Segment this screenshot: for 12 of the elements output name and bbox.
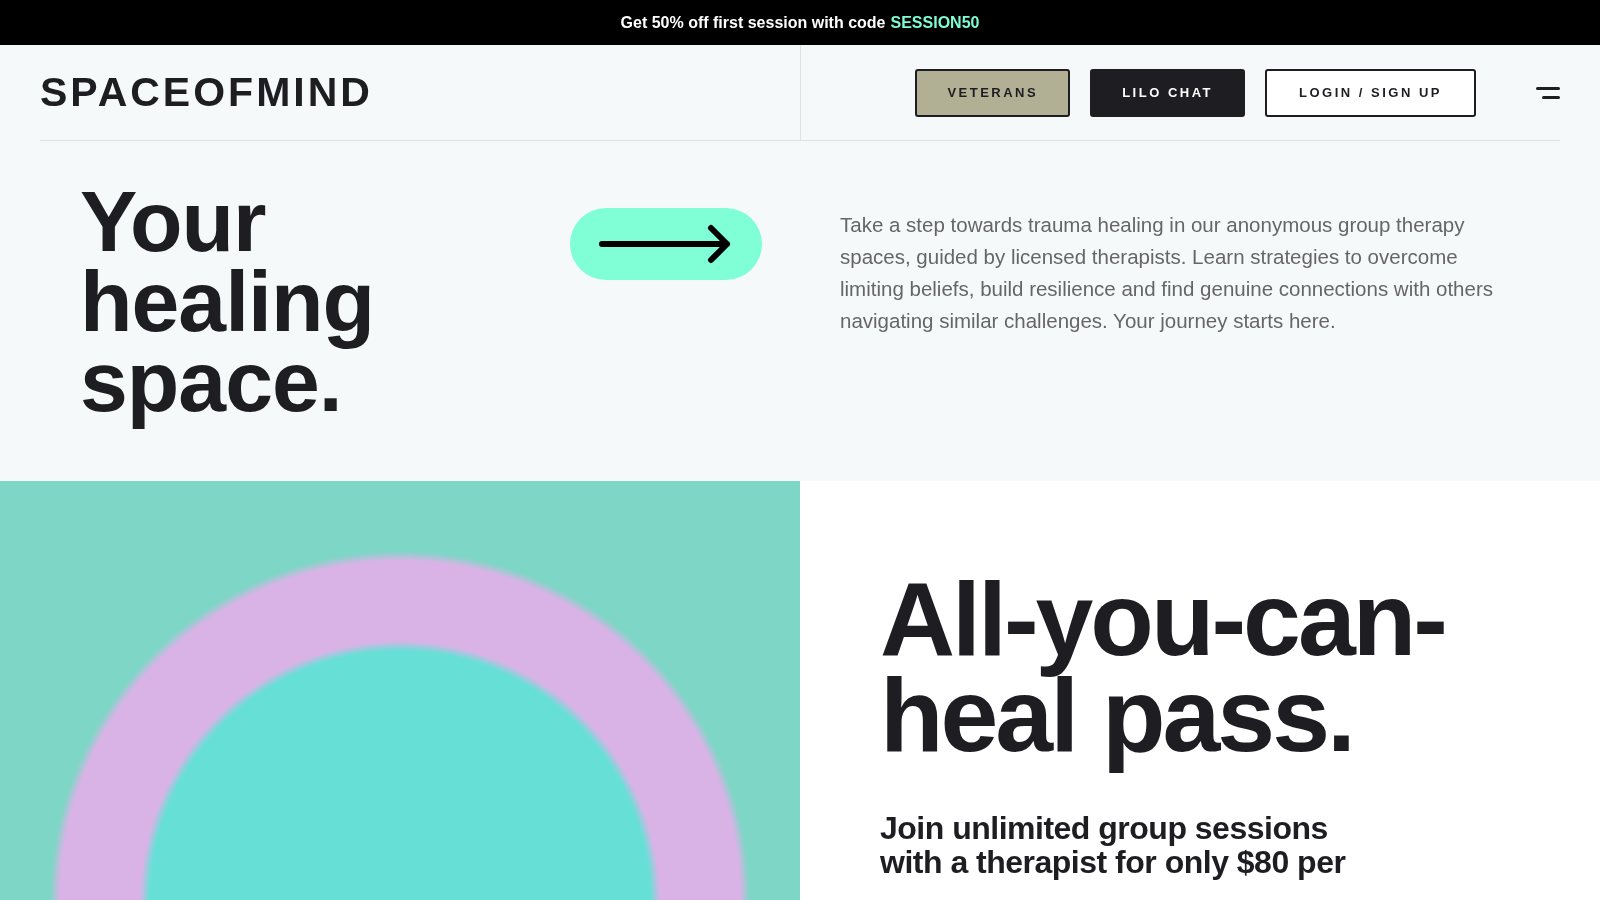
arrow-right-icon	[599, 224, 733, 264]
login-button[interactable]: LOGIN / SIGN UP	[1265, 68, 1476, 117]
hero-description: Take a step towards trauma healing in our anonymous group therapy spaces, guided by licensed therapists. Learn strategies to overcome limiting beliefs, build resilience and find genuine connections with others navigating similar challenges. Your journey starts here.	[840, 212, 1494, 334]
site-logo[interactable]: SPACEOFMIND	[40, 69, 373, 116]
hero-title: Your	[80, 172, 267, 269]
section-subtitle: Join unlimited group sessions	[880, 811, 1329, 845]
promo-code: SESSION50	[890, 13, 980, 32]
promo-text: Get 50% off first session with code	[620, 13, 886, 32]
menu-icon[interactable]	[1536, 85, 1560, 100]
nav-button[interactable]: VETERANS	[915, 68, 1071, 117]
nav-button[interactable]: LILO CHAT	[1090, 68, 1246, 117]
section-subtitle: with a therapist for only $80 per	[880, 845, 1347, 879]
